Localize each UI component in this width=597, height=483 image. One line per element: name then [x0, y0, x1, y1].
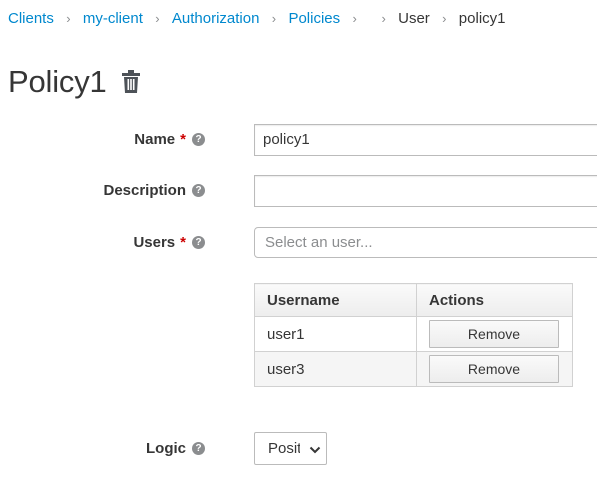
name-label-text: Name	[134, 131, 176, 148]
breadcrumb: Clients › my-client › Authorization › Po…	[8, 9, 506, 27]
name-field[interactable]: policy1	[254, 124, 597, 156]
help-icon[interactable]: ?	[192, 442, 205, 455]
required-mark: *	[180, 131, 186, 148]
actions-cell: Remove	[416, 351, 573, 387]
users-label-text: Users	[133, 234, 176, 251]
column-header-actions: Actions	[416, 283, 573, 317]
page-title: Policy1	[8, 64, 107, 99]
logic-label: Logic ?	[146, 440, 205, 457]
breadcrumb-authorization[interactable]: Authorization	[172, 10, 260, 27]
table-row: user3 Remove	[254, 351, 573, 387]
breadcrumb-separator: ›	[352, 10, 357, 26]
required-mark: *	[180, 234, 186, 251]
logic-label-text: Logic	[146, 440, 186, 457]
table-row: user1 Remove	[254, 316, 573, 352]
logic-selected-value: Positive	[268, 440, 300, 457]
trash-icon[interactable]	[121, 70, 141, 94]
users-label: Users * ?	[133, 234, 205, 251]
breadcrumb-separator: ›	[66, 10, 71, 26]
logic-select[interactable]: Positive	[254, 432, 327, 465]
chevron-down-icon	[309, 443, 321, 455]
help-icon[interactable]: ?	[192, 133, 205, 146]
user-select-input[interactable]: Select an user...	[254, 227, 597, 258]
breadcrumb-separator: ›	[271, 10, 277, 26]
description-field[interactable]	[254, 175, 597, 207]
page-header: Policy1	[8, 64, 141, 100]
users-table: Username Actions user1 Remove user3 Remo…	[254, 283, 573, 387]
name-label: Name * ?	[134, 131, 205, 148]
column-header-username: Username	[254, 283, 417, 317]
description-label: Description ?	[103, 182, 205, 199]
username-cell: user1	[254, 316, 417, 352]
breadcrumb-separator: ›	[381, 10, 386, 26]
help-icon[interactable]: ?	[192, 184, 205, 197]
breadcrumb-my-client[interactable]: my-client	[83, 10, 143, 27]
breadcrumb-clients[interactable]: Clients	[8, 10, 54, 27]
breadcrumb-user: User	[398, 9, 430, 27]
breadcrumb-policies[interactable]: Policies	[288, 10, 340, 27]
remove-button[interactable]: Remove	[429, 355, 559, 383]
username-cell: user3	[254, 351, 417, 387]
remove-button[interactable]: Remove	[429, 320, 559, 348]
breadcrumb-policy1: policy1	[458, 9, 506, 27]
help-icon[interactable]: ?	[192, 236, 205, 249]
description-label-text: Description	[103, 182, 186, 199]
actions-cell: Remove	[416, 316, 573, 352]
breadcrumb-separator: ›	[442, 10, 447, 26]
breadcrumb-separator: ›	[155, 10, 160, 26]
